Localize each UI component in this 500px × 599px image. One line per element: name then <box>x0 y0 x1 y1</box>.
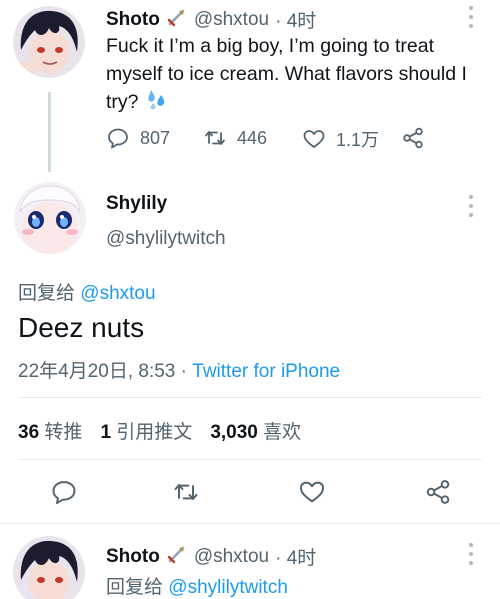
thread-line <box>48 92 51 172</box>
sweat-droplets-emoji-icon <box>144 88 168 118</box>
more-options-icon[interactable] <box>466 195 476 217</box>
quotes-stat[interactable]: 1 引用推文 <box>100 417 192 444</box>
sword-emoji-icon <box>166 6 188 33</box>
like-button[interactable] <box>298 478 326 506</box>
timestamp-line: 22年4月20日, 8:53 · Twitter for iPhone <box>18 356 340 383</box>
retweet-action[interactable]: 446 <box>203 126 267 150</box>
reply-icon <box>106 126 130 150</box>
reply-to-line: 回复给 @shxtou <box>18 278 156 305</box>
tweet-text-block: Fuck it I’m a big boy, I’m going to trea… <box>106 32 486 118</box>
divider <box>18 397 482 398</box>
reply-button[interactable] <box>50 478 78 506</box>
reply-prefix: 回复给 <box>18 283 76 304</box>
author-name-block: Shylily <box>106 193 167 215</box>
share-icon <box>424 478 452 506</box>
retweet-icon <box>203 126 227 150</box>
reply-action[interactable]: 807 <box>106 126 170 150</box>
avatar-shoto[interactable] <box>13 536 85 599</box>
reply-prefix: 回复给 <box>106 577 164 598</box>
retweet-button[interactable] <box>172 478 200 506</box>
retweet-count: 446 <box>237 127 268 148</box>
divider <box>0 523 500 524</box>
author-handle[interactable]: @shylilytwitch <box>106 228 226 249</box>
avatar-shoto[interactable] <box>13 6 85 78</box>
more-options-icon[interactable] <box>466 543 476 565</box>
author-name[interactable]: Shylily <box>106 193 167 214</box>
reply-to-line: 回复给 @shylilytwitch <box>106 572 288 599</box>
more-options-icon[interactable] <box>466 6 476 28</box>
main-tweet-text: Deez nuts <box>18 312 145 343</box>
author-name[interactable]: Shoto <box>106 9 160 31</box>
retweet-icon <box>172 478 200 506</box>
heart-icon <box>302 127 326 151</box>
heart-icon <box>298 478 326 506</box>
tweet-time[interactable]: · 4时 <box>275 6 316 33</box>
reply-to-handle[interactable]: @shylilytwitch <box>168 577 288 598</box>
engagement-stats: 36 转推 1 引用推文 3,030 喜欢 <box>18 417 301 444</box>
author-handle-block: @shylilytwitch <box>106 228 226 250</box>
author-handle[interactable]: @shxtou <box>194 9 269 31</box>
reply-to-handle[interactable]: @shxtou <box>80 283 155 304</box>
like-count: 1.1万 <box>336 130 380 150</box>
tweet-header: Shoto @shxtou · 4时 <box>106 543 316 570</box>
divider <box>18 459 482 460</box>
share-icon <box>401 126 425 150</box>
likes-stat[interactable]: 3,030 喜欢 <box>210 417 301 444</box>
reply-icon <box>50 478 78 506</box>
tweet-header: Shoto @shxtou · 4时 <box>106 6 316 33</box>
tweet-source[interactable]: Twitter for iPhone <box>192 361 340 382</box>
reply-count: 807 <box>140 127 171 148</box>
retweets-stat[interactable]: 36 转推 <box>18 417 82 444</box>
author-name[interactable]: Shoto <box>106 546 160 568</box>
author-handle[interactable]: @shxtou <box>194 546 269 568</box>
tweet-timestamp[interactable]: 22年4月20日, 8:53 · <box>18 361 187 382</box>
like-action[interactable]: 1.1万 <box>302 126 379 152</box>
share-button[interactable] <box>424 478 452 506</box>
share-action[interactable] <box>401 126 425 150</box>
tweet-time[interactable]: · 4时 <box>275 543 316 570</box>
sword-emoji-icon <box>166 543 188 570</box>
avatar-shylily[interactable] <box>14 182 86 254</box>
